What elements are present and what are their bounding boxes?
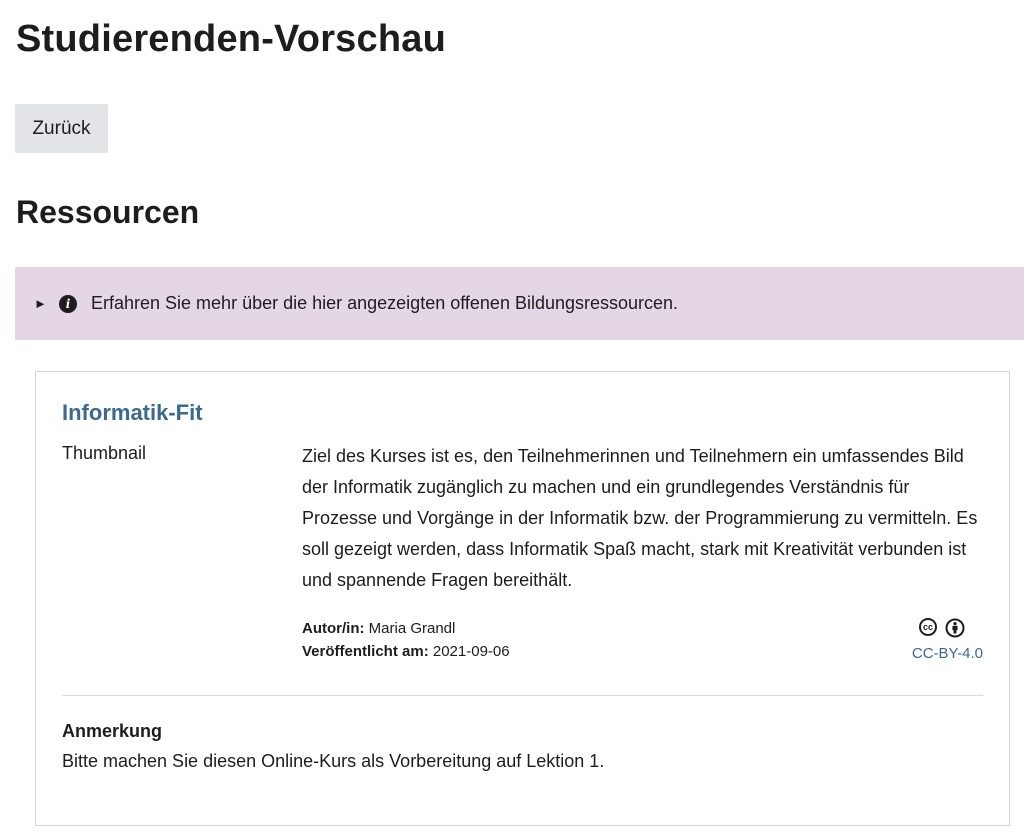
thumbnail-placeholder: Thumbnail [62, 443, 147, 463]
author-label: Autor/in: [302, 620, 365, 637]
published-row: Veröffentlicht am: 2021-09-06 [302, 640, 510, 663]
student-preview-page: Studierenden-Vorschau Zurück Ressourcen … [0, 0, 1024, 840]
resource-description: Ziel des Kurses ist es, den Teilnehmerin… [302, 446, 978, 590]
resource-title-link[interactable]: Informatik-Fit [62, 400, 203, 426]
license-block: cc CC-BY-4.0 [912, 618, 983, 662]
resource-card: Informatik-Fit Thumbnail Ziel des Kurses… [35, 371, 1010, 826]
published-label: Veröffentlicht am: [302, 643, 429, 660]
divider [62, 695, 983, 696]
page-title: Studierenden-Vorschau [16, 18, 447, 60]
info-text: Erfahren Sie mehr über die hier angezeig… [91, 293, 679, 313]
resource-meta: Autor/in: Maria Grandl Veröffentlicht am… [302, 617, 510, 663]
cc-icon: cc [919, 618, 937, 636]
note-text: Bitte machen Sie diesen Online-Kurs als … [62, 751, 605, 771]
license-icons: cc [912, 618, 965, 638]
back-button[interactable]: Zurück [15, 104, 108, 153]
disclosure-triangle-icon[interactable]: ► [34, 296, 48, 311]
author-row: Autor/in: Maria Grandl [302, 617, 510, 640]
note-title: Anmerkung [62, 721, 163, 741]
license-link[interactable]: CC-BY-4.0 [912, 645, 983, 662]
by-icon [945, 618, 965, 638]
info-disclosure[interactable]: ► i Erfahren Sie mehr über die hier ange… [15, 267, 1024, 340]
info-icon: i [59, 294, 77, 313]
section-title: Ressourcen [16, 194, 200, 230]
author-value: Maria Grandl [368, 620, 456, 637]
published-value: 2021-09-06 [432, 643, 510, 660]
